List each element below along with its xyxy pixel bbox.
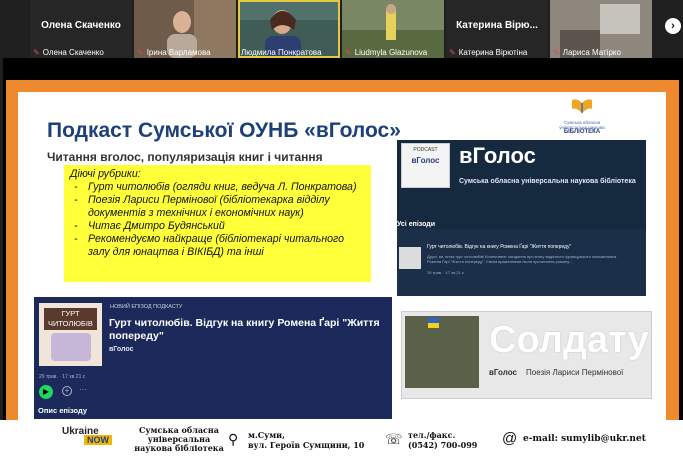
episode-title: Гурт читолюбів. Відгук на книгу Ромена Ґ… xyxy=(109,317,380,342)
episodes-heading: Усі епізоди xyxy=(397,221,435,228)
episode-row: Гурт читолюбів. Відгук на книгу Ромена Ґ… xyxy=(397,229,646,296)
muted-mic-icon: ✎ xyxy=(345,48,352,57)
participant-name-large: Катерина Вірю... xyxy=(456,20,538,31)
participant-strip: Олена Скаченко ✎ Олена Скаченко ✎ Ірина Ва… xyxy=(0,0,683,58)
participant-name: Liudmyla Glazunova xyxy=(354,48,428,57)
muted-mic-icon: ✎ xyxy=(137,48,144,57)
soldiers-photo xyxy=(405,316,479,388)
rubric-item: Гурт читолюбів (огляди книг, ведуча Л. П… xyxy=(70,181,365,194)
episode-author: вГолос xyxy=(109,346,134,353)
muted-mic-icon: ✎ xyxy=(553,48,560,57)
slide-footer: Ukraine NOW Сумська обласна універсальна… xyxy=(0,420,683,458)
podcast-cover: PODCAST вГолос xyxy=(401,143,450,188)
now-badge: NOW xyxy=(84,435,112,445)
conference-window: Олена Скаченко ✎ Олена Скаченко ✎ Ірина Ва… xyxy=(0,0,683,458)
participant-label: ✎ Катерина Вірютіна xyxy=(446,48,548,57)
participant-name-large: Олена Скаченко xyxy=(41,20,121,31)
cover-illustration xyxy=(51,333,91,361)
episode-cover-label: ГУРТ ЧИТОЛЮБІВ xyxy=(44,308,97,330)
participant-name: Людмила Понкратова xyxy=(241,48,322,57)
rubric-item: Рекомендуємо найкраще (бібліотекарі чита… xyxy=(70,233,365,259)
participant-tile[interactable]: ✎ Liudmyla Glazunova xyxy=(342,0,444,58)
episode-description-heading: Опис епізоду xyxy=(38,406,88,415)
footer-phone: тел./факс. (0542) 700-099 xyxy=(408,430,478,450)
participant-label: ✎ Ірина Варламова xyxy=(134,48,236,57)
rubric-item: Читає Дмитро Будянський xyxy=(70,220,365,233)
muted-mic-icon: ✎ xyxy=(449,48,456,57)
episode-thumbnail xyxy=(399,247,421,269)
banner-word: Солдату xyxy=(489,319,649,361)
episode-row-meta: 29 трав. · 17 хв 21 с xyxy=(427,270,464,275)
slide-title: Подкаст Сумської ОУНБ «вГолос» xyxy=(47,119,401,142)
episode-card: ГУРТ ЧИТОЛЮБІВ НОВИЙ ЕПІЗОД ПОДКАСТУ Гур… xyxy=(34,297,392,419)
footer-address: м.Суми, вул. Героїв Сумщини, 10 xyxy=(248,430,365,450)
rubric-item: Поезія Лариси Пермінової (бібліотекарка … xyxy=(70,194,365,220)
episode-tag: НОВИЙ ЕПІЗОД ПОДКАСТУ xyxy=(110,304,183,310)
podcast-org: Сумська обласна універсальна наукова біб… xyxy=(459,178,636,185)
chevron-right-icon[interactable]: › xyxy=(665,18,681,34)
podcast-page-screenshot: PODCAST вГолос вГолос Сумська обласна ун… xyxy=(397,140,646,296)
location-pin-icon: ⚲ xyxy=(228,431,239,447)
episode-row-title: Гурт читолюбів. Відгук на книгу Ромена Ґ… xyxy=(427,244,572,250)
episode-meta: 29 трав. · 17 хв 21 с xyxy=(39,374,86,380)
episode-cover: ГУРТ ЧИТОЛЮБІВ xyxy=(39,303,102,366)
participant-tile[interactable]: Катерина Вірю... ✎ Катерина Вірютіна xyxy=(446,0,548,58)
participant-tile[interactable]: ✎ Лариса Матірко xyxy=(550,0,652,58)
library-logo: Сумська обласна універсальна наукова БІБ… xyxy=(547,97,617,139)
participant-label: ✎ Liudmyla Glazunova xyxy=(342,48,444,57)
rubrics-heading: Діючі рубрики: xyxy=(70,168,141,180)
participant-tile-active[interactable]: Людмила Понкратова xyxy=(238,0,340,58)
participant-tile[interactable]: ✎ Ірина Варламова xyxy=(134,0,236,58)
soldier-banner: Солдату вГолос Поезія Лариси Пермінової xyxy=(401,311,652,399)
muted-mic-icon: ✎ xyxy=(33,48,40,57)
phone-icon: ☏ xyxy=(385,431,403,447)
slide-content: Подкаст Сумської ОУНБ «вГолос» Читання в… xyxy=(18,92,666,458)
slide-subtitle: Читання вголос, популяризація книг і чит… xyxy=(47,150,323,164)
participant-label: ✎ Лариса Матірко xyxy=(550,48,652,57)
participant-label: Людмила Понкратова xyxy=(238,48,340,57)
participant-name: Катерина Вірютіна xyxy=(458,48,528,57)
footer-email: e-mail: sumylib@ukr.net xyxy=(523,434,646,444)
banner-caption: Поезія Лариси Пермінової xyxy=(526,368,624,377)
add-icon: + xyxy=(62,386,72,396)
rubrics-box: Діючі рубрики: Гурт читолюбів (огляди кн… xyxy=(64,165,371,282)
podcast-name: вГолос xyxy=(459,143,536,168)
more-icon: ··· xyxy=(79,385,87,394)
participant-name: Ірина Варламова xyxy=(146,48,211,57)
episode-row-desc: Друзі, ви, вітає гурт читолюбів! Колекти… xyxy=(427,254,617,264)
participant-tile[interactable]: Олена Скаченко ✎ Олена Скаченко xyxy=(30,0,132,58)
participant-name: Олена Скаченко xyxy=(42,48,104,57)
book-icon xyxy=(572,99,592,113)
banner-brand: вГолос xyxy=(489,368,517,377)
participant-name: Лариса Матірко xyxy=(562,48,621,57)
participant-label: ✎ Олена Скаченко xyxy=(30,48,132,57)
footer-library: Сумська обласна універсальна наукова біб… xyxy=(134,425,224,453)
presentation-slide: Подкаст Сумської ОУНБ «вГолос» Читання в… xyxy=(6,80,679,458)
play-icon: ▶ xyxy=(39,385,53,399)
at-icon: @ xyxy=(502,430,518,447)
